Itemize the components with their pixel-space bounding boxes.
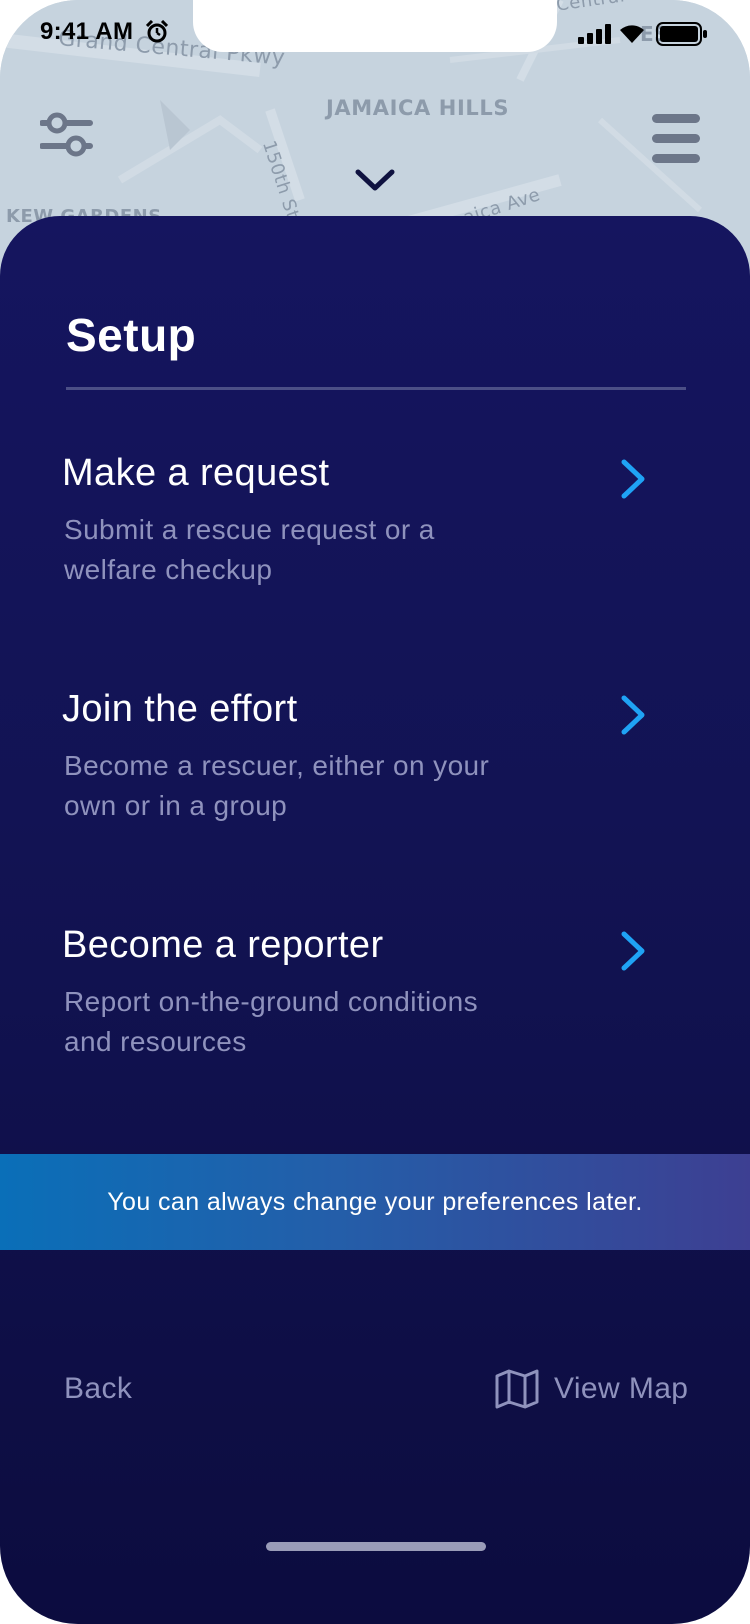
chevron-down-icon xyxy=(355,169,395,191)
filter-button[interactable] xyxy=(39,110,96,162)
alarm-icon xyxy=(146,20,168,43)
hamburger-menu-icon[interactable] xyxy=(652,114,700,164)
option-title: Become a reporter xyxy=(62,924,384,966)
chevron-right-icon xyxy=(621,695,645,735)
banner-text: You can always change your preferences l… xyxy=(107,1188,643,1216)
view-map-label: View Map xyxy=(554,1372,689,1405)
signal-icon xyxy=(578,24,611,44)
device-notch xyxy=(193,0,557,52)
chevron-right-icon xyxy=(621,931,645,971)
home-indicator[interactable] xyxy=(266,1542,486,1551)
option-description: Submit a rescue request or a welfare che… xyxy=(64,514,435,585)
option-title: Make a request xyxy=(62,452,330,494)
setup-sheet: Setup Make a request Submit a rescue req… xyxy=(0,216,750,1624)
option-description: Become a rescuer, either on your own or … xyxy=(64,750,490,821)
info-banner: You can always change your preferences l… xyxy=(0,1154,750,1250)
option-make-request[interactable]: Make a request Submit a rescue request o… xyxy=(62,452,688,622)
menu-bar xyxy=(652,134,700,143)
menu-bar xyxy=(652,114,700,123)
battery-icon xyxy=(656,22,707,46)
collapse-sheet-button[interactable] xyxy=(354,166,396,196)
wifi-icon xyxy=(620,25,644,43)
map-label-jamaica-hills: JAMAICA HILLS xyxy=(326,96,510,120)
back-button[interactable]: Back xyxy=(64,1372,132,1406)
chevron-right-icon xyxy=(621,459,645,499)
page-title: Setup xyxy=(66,309,197,361)
folded-map-icon xyxy=(495,1369,539,1409)
title-divider xyxy=(66,387,686,390)
option-description: Report on-the-ground conditions and reso… xyxy=(64,986,478,1057)
option-title: Join the effort xyxy=(62,688,298,730)
option-join-effort[interactable]: Join the effort Become a rescuer, either… xyxy=(62,688,688,858)
sliders-icon xyxy=(39,112,93,157)
view-map-button[interactable]: View Map xyxy=(494,1368,694,1414)
menu-bar xyxy=(652,154,700,163)
status-time: 9:41 AM xyxy=(40,18,134,45)
phone-screen: Grand Central Pkwy JAMAICA HILLS 150th S… xyxy=(0,0,750,1624)
option-become-reporter[interactable]: Become a reporter Report on-the-ground c… xyxy=(62,924,688,1094)
